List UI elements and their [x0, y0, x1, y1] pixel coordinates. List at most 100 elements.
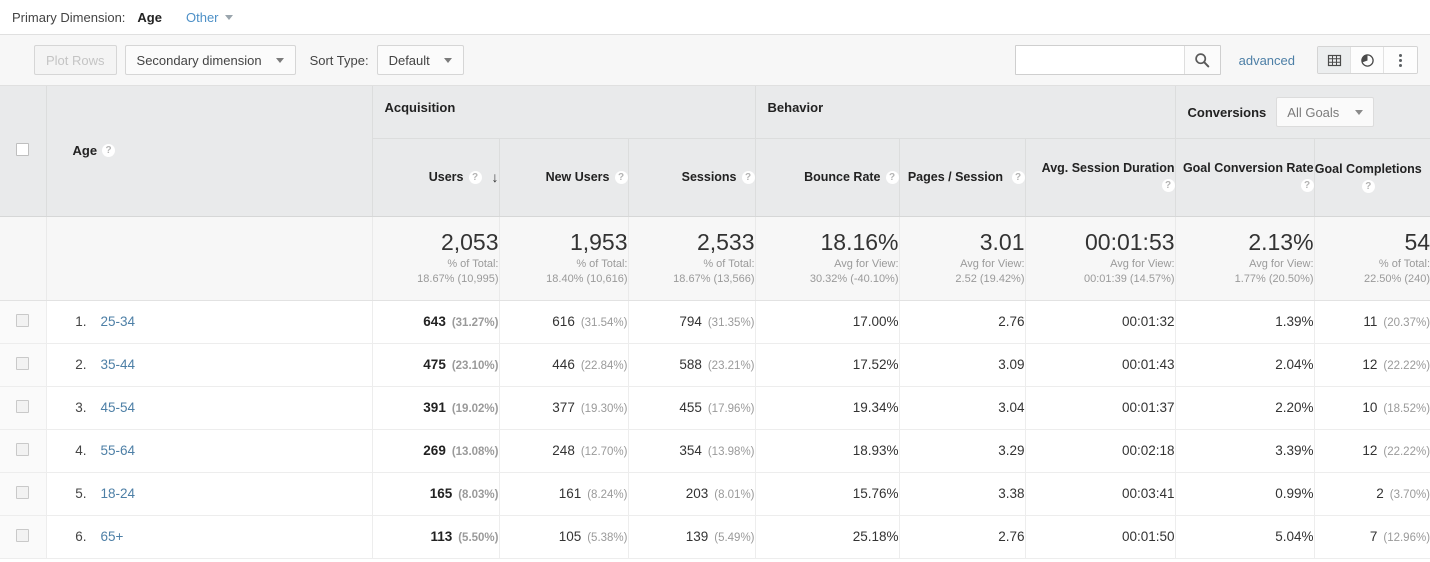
row-pages-session-cell: 2.76 — [898, 515, 1026, 559]
row-checkbox[interactable] — [16, 528, 30, 542]
row-goal-rate-value: 1.39% — [1275, 314, 1314, 329]
row-goal-completions-value: 11 — [1363, 314, 1378, 329]
column-header-users[interactable]: Users? ↓ — [371, 138, 499, 217]
select-all-checkbox[interactable] — [16, 142, 30, 156]
row-users-percent: (31.27%) — [451, 317, 499, 329]
row-checkbox[interactable] — [16, 356, 30, 370]
help-icon[interactable]: ? — [1300, 179, 1314, 192]
table-row[interactable]: 2. 35-44 475 (23.10%) 446 (22.84%) 588 (23.… — [0, 343, 1430, 387]
column-header-pages-session-label: Pages / Session — [907, 169, 1004, 184]
row-new-users-value: 105 — [558, 529, 582, 544]
row-users-percent: (19.02%) — [451, 403, 499, 415]
secondary-dimension-button[interactable]: Secondary dimension — [124, 45, 296, 75]
row-dimension-link[interactable]: 55-64 — [101, 443, 136, 458]
summary-goal-completions-note-line1: % of Total: — [1378, 258, 1430, 271]
row-checkbox-cell — [0, 472, 46, 516]
help-icon[interactable]: ? — [885, 170, 899, 184]
row-dimension-link[interactable]: 18-24 — [101, 486, 136, 501]
summary-users-note-line2: 18.67% (10,995) — [417, 272, 499, 285]
primary-dimension-other-dropdown[interactable]: Other — [186, 10, 233, 25]
row-bounce-rate-value: 25.18% — [852, 529, 899, 544]
all-goals-select[interactable]: All Goals — [1276, 97, 1375, 127]
table-row[interactable]: 3. 45-54 391 (19.02%) 377 (19.30%) 455 (17.… — [0, 386, 1430, 430]
row-goal-rate-cell: 3.39% — [1174, 429, 1315, 473]
row-users-cell: 269 (13.08%) — [371, 429, 499, 473]
search-input[interactable] — [1015, 46, 1184, 74]
row-sessions-percent: (5.49%) — [714, 532, 755, 544]
help-icon[interactable]: ? — [614, 170, 628, 184]
column-header-sessions[interactable]: Sessions? — [627, 138, 756, 217]
summary-new-users-note-line2: 18.40% (10,616) — [546, 272, 628, 285]
primary-dimension-age-tab[interactable]: Age — [133, 10, 166, 42]
row-dimension-link[interactable]: 25-34 — [101, 314, 136, 329]
help-icon[interactable]: ? — [468, 170, 482, 184]
row-pages-session-value: 2.76 — [998, 529, 1025, 544]
summary-goal-rate-cell: 2.13% Avg for View: 1.77% (20.50%) — [1174, 216, 1315, 301]
advanced-link[interactable]: advanced — [1239, 53, 1295, 68]
row-checkbox[interactable] — [16, 399, 30, 413]
table-row[interactable]: 1. 25-34 643 (31.27%) 616 (31.54%) 794 (31.… — [0, 300, 1430, 344]
help-icon[interactable]: ? — [1011, 170, 1025, 184]
row-pages-session-value: 3.38 — [998, 486, 1025, 501]
row-checkbox[interactable] — [16, 442, 30, 456]
search-button[interactable] — [1183, 46, 1220, 74]
row-goal-completions-percent: (20.37%) — [1383, 317, 1430, 329]
row-users-cell: 643 (31.27%) — [371, 300, 499, 344]
row-sessions-value: 354 — [679, 443, 702, 458]
column-header-goal-conversion-rate[interactable]: Goal Conversion Rate ? — [1174, 138, 1315, 217]
row-new-users-percent: (31.54%) — [580, 317, 628, 329]
summary-avg-duration-note: Avg for View: 00:01:39 (14.57%) — [1026, 257, 1175, 286]
summary-dimension-cell — [45, 216, 372, 301]
row-goal-completions-value: 10 — [1362, 400, 1378, 415]
row-checkbox-cell — [0, 300, 46, 344]
summary-new-users-note: % of Total: 18.40% (10,616) — [500, 257, 628, 286]
row-checkbox[interactable] — [16, 313, 30, 327]
row-users-value: 643 — [423, 314, 446, 329]
row-sessions-cell: 455 (17.96%) — [627, 386, 756, 430]
row-avg-duration-value: 00:01:37 — [1121, 400, 1175, 415]
table-summary-row: 2,053 % of Total: 18.67% (10,995) 1,953 … — [0, 216, 1430, 301]
row-bounce-rate-value: 19.34% — [852, 400, 899, 415]
column-header-avg-session-duration[interactable]: Avg. Session Duration ? — [1024, 138, 1176, 217]
row-checkbox-cell — [0, 429, 46, 473]
acquisition-group-label: Acquisition — [384, 100, 456, 115]
acquisition-group-header: Acquisition — [371, 86, 756, 139]
view-more-button[interactable] — [1384, 47, 1417, 73]
column-header-pages-session[interactable]: Pages / Session ? — [898, 138, 1026, 217]
column-header-bounce-rate[interactable]: Bounce Rate? — [754, 138, 900, 217]
help-icon[interactable]: ? — [1161, 179, 1175, 192]
help-icon[interactable]: ? — [741, 170, 755, 184]
summary-bounce-rate-note: Avg for View: 30.32% (-40.10%) — [756, 257, 899, 286]
row-sessions-value: 588 — [679, 357, 702, 372]
sort-type-button[interactable]: Default — [376, 45, 464, 75]
summary-pages-session-note: Avg for View: 2.52 (19.42%) — [900, 257, 1024, 286]
row-dimension-cell: 6. 65+ — [45, 515, 372, 559]
column-header-goal-completions[interactable]: Goal Completions ? — [1313, 138, 1430, 217]
row-dimension-link[interactable]: 45-54 — [101, 400, 136, 415]
table-body: 1. 25-34 643 (31.27%) 616 (31.54%) 794 (31.… — [0, 300, 1430, 559]
help-icon[interactable]: ? — [102, 144, 116, 158]
row-dimension-link[interactable]: 65+ — [101, 529, 124, 544]
summary-new-users-value: 1,953 — [569, 228, 628, 255]
row-bounce-rate-cell: 18.93% — [754, 429, 900, 473]
help-icon[interactable]: ? — [1361, 179, 1375, 193]
row-checkbox-cell — [0, 386, 46, 430]
row-sessions-value: 455 — [679, 400, 702, 415]
row-users-percent: (13.08%) — [451, 446, 499, 458]
row-dimension-link[interactable]: 35-44 — [101, 357, 136, 372]
dimension-header-cell[interactable]: Age ? — [45, 86, 372, 217]
table-row[interactable]: 4. 55-64 269 (13.08%) 248 (12.70%) 354 (13.… — [0, 429, 1430, 473]
view-table-button[interactable] — [1318, 47, 1351, 73]
row-new-users-value: 616 — [552, 314, 575, 329]
row-new-users-percent: (12.70%) — [580, 446, 628, 458]
row-checkbox[interactable] — [16, 485, 30, 499]
table-view-icon — [1327, 54, 1341, 66]
row-goal-completions-cell: 11 (20.37%) — [1313, 300, 1430, 344]
plot-rows-button[interactable]: Plot Rows — [34, 45, 117, 75]
table-row[interactable]: 5. 18-24 165 (8.03%) 161 (8.24%) 203 (8.01%… — [0, 472, 1430, 516]
row-dimension-cell: 1. 25-34 — [45, 300, 372, 344]
view-pie-button[interactable] — [1351, 47, 1384, 73]
column-header-new-users[interactable]: New Users? — [498, 138, 628, 217]
row-sessions-cell: 354 (13.98%) — [627, 429, 756, 473]
table-row[interactable]: 6. 65+ 113 (5.50%) 105 (5.38%) 139 (5.49%) … — [0, 515, 1430, 559]
